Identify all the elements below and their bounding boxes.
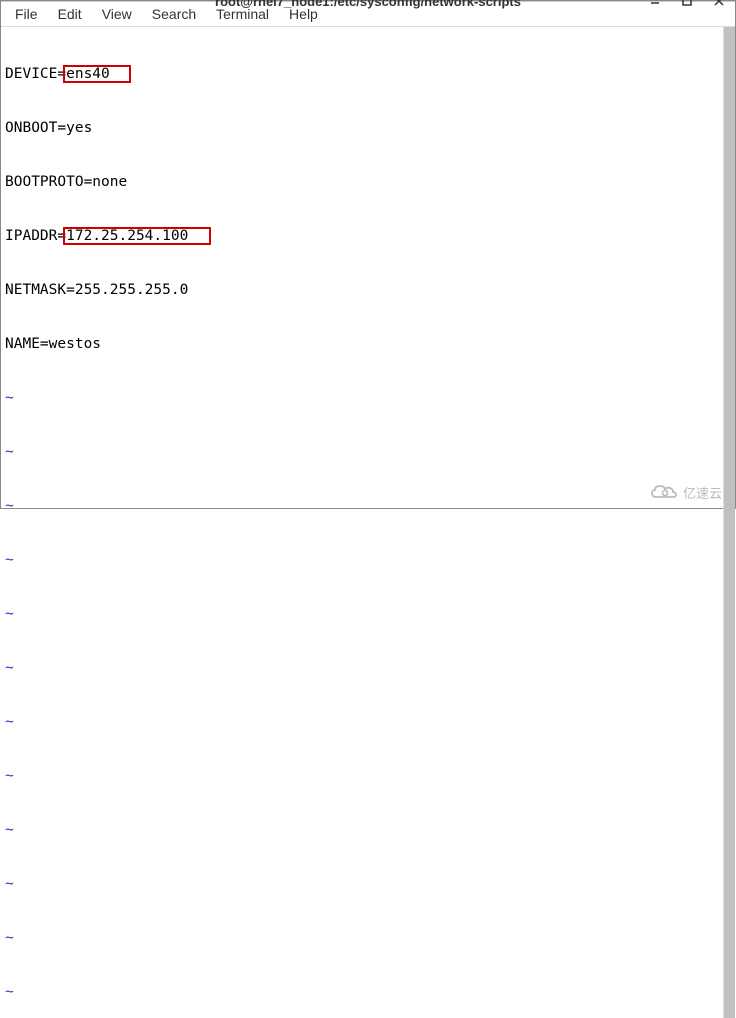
config-line-device: DEVICE=ens40 (5, 65, 719, 83)
device-key: DEVICE= (5, 66, 66, 82)
window-controls (647, 0, 727, 9)
watermark: 亿速云 (649, 482, 722, 502)
vim-empty-line: ~ (5, 659, 719, 677)
scrollbar[interactable] (723, 27, 735, 1018)
window-title: root@rhel7_node1:/etc/sysconfig/network-… (215, 0, 521, 9)
menu-view[interactable]: View (92, 2, 142, 26)
vim-empty-line: ~ (5, 389, 719, 407)
vim-empty-line: ~ (5, 497, 719, 515)
close-button[interactable] (711, 0, 727, 9)
vim-empty-line: ~ (5, 713, 719, 731)
terminal-area[interactable]: DEVICE=ens40 ONBOOT=yes BOOTPROTO=none I… (1, 27, 735, 1018)
cloud-icon (649, 482, 679, 502)
vim-empty-line: ~ (5, 767, 719, 785)
highlight-device-value (63, 65, 131, 83)
vim-empty-line: ~ (5, 551, 719, 569)
menu-file[interactable]: File (5, 2, 48, 26)
config-line-ipaddr: IPADDR=172.25.254.100 (5, 227, 719, 245)
vim-empty-line: ~ (5, 443, 719, 461)
vim-empty-line: ~ (5, 605, 719, 623)
config-line-name: NAME=westos (5, 335, 719, 353)
vim-empty-line: ~ (5, 929, 719, 947)
minimize-button[interactable] (647, 0, 663, 9)
terminal-content[interactable]: DEVICE=ens40 ONBOOT=yes BOOTPROTO=none I… (1, 27, 723, 1018)
maximize-button[interactable] (679, 0, 695, 9)
scrollbar-thumb[interactable] (724, 27, 735, 1018)
vim-empty-line: ~ (5, 983, 719, 1001)
menu-edit[interactable]: Edit (48, 2, 92, 26)
highlight-ipaddr-value (63, 227, 211, 245)
config-line-bootproto: BOOTPROTO=none (5, 173, 719, 191)
vim-empty-line: ~ (5, 821, 719, 839)
config-line-onboot: ONBOOT=yes (5, 119, 719, 137)
watermark-text: 亿速云 (683, 483, 722, 502)
menu-search[interactable]: Search (142, 2, 206, 26)
vim-empty-line: ~ (5, 875, 719, 893)
config-line-netmask: NETMASK=255.255.255.0 (5, 281, 719, 299)
ipaddr-key: IPADDR= (5, 228, 66, 244)
terminal-window: root@rhel7_node1:/etc/sysconfig/network-… (0, 0, 736, 509)
titlebar: root@rhel7_node1:/etc/sysconfig/network-… (1, 1, 735, 2)
